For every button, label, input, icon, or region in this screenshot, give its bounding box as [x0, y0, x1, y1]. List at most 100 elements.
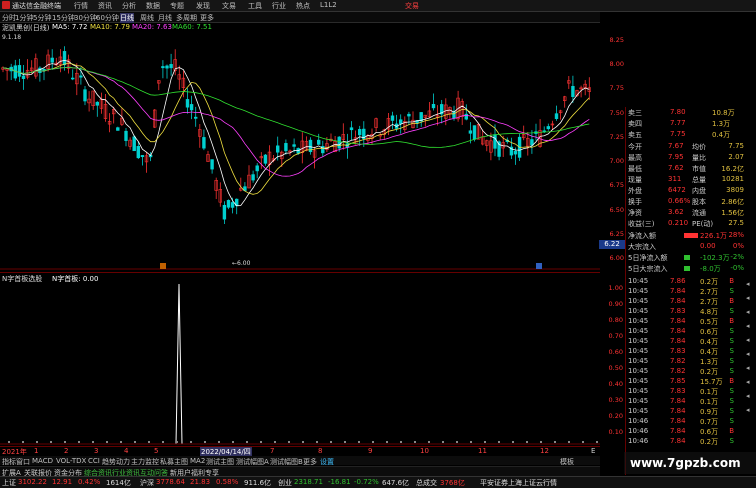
price-tick-label: 6.00: [609, 254, 624, 262]
order-price: 7.80: [670, 108, 686, 116]
flow-label: 大宗流入: [628, 243, 656, 251]
menu-item-fenxi[interactable]: 分析: [122, 1, 136, 11]
quote-label: 总量: [692, 176, 706, 184]
tick-price: 7.84: [670, 407, 686, 415]
period-day[interactable]: 日线: [120, 13, 134, 23]
tick-price: 7.83: [670, 347, 686, 355]
scroll-arrow-icon[interactable]: ◂: [746, 280, 750, 288]
flow-pct: -2%: [730, 253, 744, 261]
tick-row: 10:45 7.84 0.4万 S: [626, 336, 746, 346]
price-tick-label: 8.00: [609, 60, 624, 69]
menu-item-gongju[interactable]: 工具: [248, 1, 262, 11]
candle-body: [468, 130, 473, 134]
period-bar: 分时 1分钟 5分钟 15分钟 30分钟 60分钟 日线 周线 月线 多周期 更…: [0, 12, 600, 23]
period-5min[interactable]: 5分钟: [33, 13, 51, 23]
candle-body: [284, 143, 288, 152]
candle-body: [292, 144, 296, 147]
scroll-arrow-icon[interactable]: ◂: [746, 322, 750, 330]
tick-time: 10:45: [628, 277, 649, 285]
scroll-arrow-icon[interactable]: ◂: [746, 406, 750, 414]
period-fenshi[interactable]: 分时: [2, 13, 16, 23]
axis-dot: [162, 441, 164, 443]
panel-scroll-arrows: ◂ ◂ ◂ ◂ ◂ ◂ ◂ ◂ ◂ ◂: [745, 280, 755, 450]
tab-macd[interactable]: MACD: [32, 457, 53, 465]
scroll-arrow-icon[interactable]: ◂: [746, 350, 750, 358]
axis-dot: [260, 441, 262, 443]
quote-label: 现量: [628, 176, 642, 184]
menu-item-hangye[interactable]: 行业: [272, 1, 286, 11]
flow-bar: [684, 255, 690, 260]
tab-ma2[interactable]: MA2: [190, 457, 205, 465]
candle-body: [169, 64, 173, 69]
trade-button[interactable]: 交易: [405, 1, 419, 11]
indicator-scale: 1.00 0.90 0.80 0.70 0.60 0.50 0.40 0.30 0.20 0.10: [600, 282, 625, 445]
tick-price: 7.84: [670, 297, 686, 305]
ma5-label: MA5: 7.72: [52, 23, 88, 31]
scroll-arrow-icon[interactable]: ◂: [746, 378, 750, 386]
candle-body: [165, 65, 169, 69]
quote-value: 7.62: [668, 164, 684, 172]
scroll-arrow-icon[interactable]: ◂: [746, 392, 750, 400]
period-month[interactable]: 月线: [158, 13, 172, 23]
tick-row: 10:45 7.84 0.5万 B: [626, 316, 746, 326]
candlestick-chart[interactable]: ←6.00 9.1.18: [0, 32, 600, 270]
candle-body: [398, 119, 403, 124]
tick-time: 10:45: [628, 317, 649, 325]
menu-item-shuju[interactable]: 数据: [146, 1, 160, 11]
quote-panel: 卖三 7.80 10.8万 卖四 7.77 1.3万 卖五 7.75 0.4万 今开 7.67 均价 7…: [625, 107, 746, 475]
menu-item-hangqing[interactable]: 行情: [74, 1, 88, 11]
period-15min[interactable]: 15分钟: [52, 13, 75, 23]
period-week[interactable]: 周线: [140, 13, 154, 23]
candle-body: [554, 113, 559, 119]
tick-time: 10:45: [628, 307, 649, 315]
tick-price: 7.84: [670, 327, 686, 335]
scroll-arrow-icon[interactable]: ◂: [746, 364, 750, 372]
period-60min[interactable]: 60分钟: [96, 13, 119, 23]
axis-dot: [428, 441, 430, 443]
menu-item-l1l2[interactable]: L1L2: [320, 1, 337, 9]
menu-item-redian[interactable]: 热点: [296, 1, 310, 11]
indicator-chart[interactable]: [0, 282, 600, 445]
menu-item-wenyi[interactable]: 文易: [222, 1, 236, 11]
scroll-arrow-icon[interactable]: ◂: [746, 336, 750, 344]
axis-dot: [204, 441, 206, 443]
axis-dot: [470, 441, 472, 443]
tick-time: 10:45: [628, 297, 649, 305]
axis-dot: [134, 441, 136, 443]
scroll-arrow-icon[interactable]: ◂: [746, 294, 750, 302]
tab-cci[interactable]: CCI: [88, 457, 100, 465]
tick-price: 7.84: [670, 337, 686, 345]
candle-body: [202, 137, 206, 149]
quote-value: 311: [668, 175, 682, 183]
menu-item-faxian[interactable]: 发现: [196, 1, 210, 11]
period-more[interactable]: 更多: [200, 13, 214, 23]
quote-label: 最高: [628, 154, 642, 162]
quote-value: 16.2亿: [721, 165, 744, 173]
ma5-line: [2, 59, 590, 207]
axis-dot: [596, 441, 598, 443]
event-marker[interactable]: [160, 263, 166, 269]
axis-dot: [232, 441, 234, 443]
tick-time: 10:46: [628, 417, 649, 425]
event-marker[interactable]: [536, 263, 542, 269]
tick-price: 7.86: [670, 277, 686, 285]
menu-item-zhuanti[interactable]: 专题: [170, 1, 184, 11]
tick-row: 10:45 7.84 0.9万 S: [626, 406, 746, 416]
tab-vol-tdx[interactable]: VOL-TDX: [56, 457, 86, 465]
flow-pct: 0%: [732, 242, 744, 250]
period-1min[interactable]: 1分钟: [15, 13, 33, 23]
indicator-tick-label: 1.00: [608, 284, 623, 292]
scroll-arrow-icon[interactable]: ◂: [746, 308, 750, 316]
price-tick-label: 6.75: [609, 181, 624, 190]
period-multi[interactable]: 多周期: [176, 13, 197, 23]
candle-body: [255, 165, 259, 172]
period-30min[interactable]: 30分钟: [74, 13, 97, 23]
order-price: 7.75: [670, 130, 686, 138]
date-tick: 12: [540, 447, 549, 455]
menu-item-zixun[interactable]: 资讯: [98, 1, 112, 11]
app-title: 通达信金融终端: [12, 2, 61, 10]
candle-body: [571, 86, 575, 97]
quote-value: 7.75: [728, 142, 744, 150]
quote-label: 量比: [692, 154, 706, 162]
app-logo-icon: [2, 1, 10, 9]
